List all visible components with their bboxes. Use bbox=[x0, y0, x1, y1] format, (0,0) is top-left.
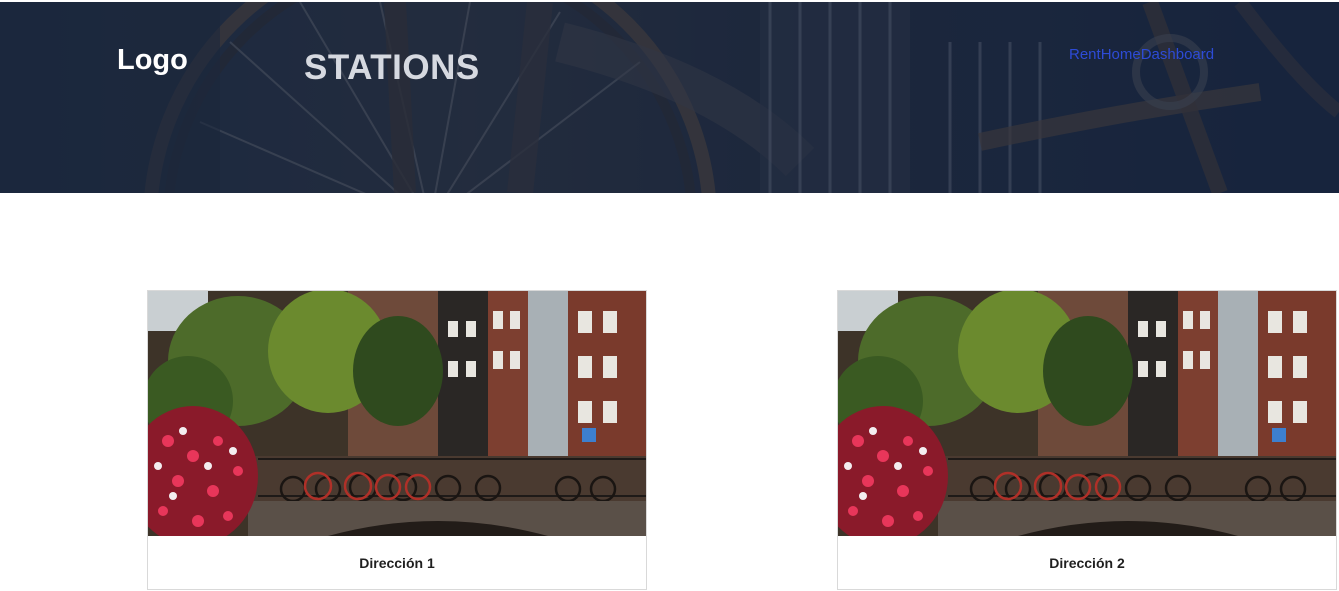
logo[interactable]: Logo bbox=[117, 44, 188, 77]
header-overlay bbox=[0, 2, 1339, 193]
main-nav: Rent Home Dashboard bbox=[1069, 46, 1214, 63]
station-card[interactable]: Dirección 2 bbox=[837, 290, 1337, 590]
page-title: STATIONS bbox=[304, 48, 480, 87]
nav-link-rent[interactable]: Rent bbox=[1069, 46, 1101, 63]
station-label: Dirección 1 bbox=[359, 554, 435, 571]
station-label: Dirección 2 bbox=[1049, 554, 1125, 571]
nav-link-home[interactable]: Home bbox=[1101, 46, 1141, 63]
station-image bbox=[148, 291, 646, 536]
station-card[interactable]: Dirección 1 bbox=[147, 290, 647, 590]
header: Logo STATIONS Rent Home Dashboard bbox=[0, 2, 1339, 193]
nav-link-dashboard[interactable]: Dashboard bbox=[1141, 46, 1214, 63]
page: Logo STATIONS Rent Home Dashboard Direcc… bbox=[0, 0, 1339, 591]
station-image bbox=[838, 291, 1336, 536]
